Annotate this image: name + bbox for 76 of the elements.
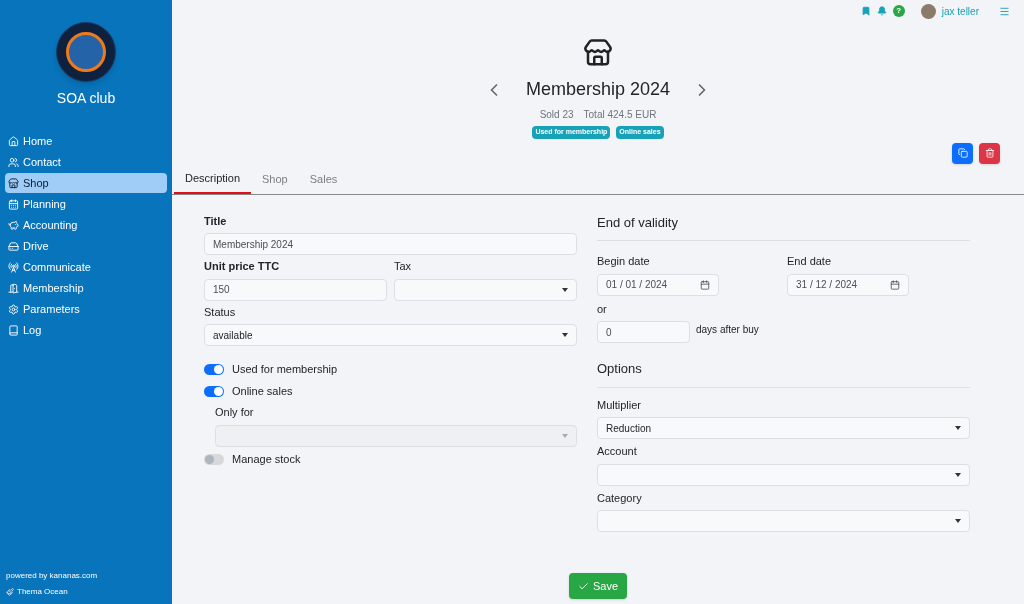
bookmark-icon[interactable] (860, 6, 871, 16)
nav-item[interactable]: Planning (5, 194, 167, 214)
trash-icon (984, 148, 995, 158)
sales-total: Total 424.5 EUR (583, 108, 657, 122)
home-icon (8, 135, 19, 147)
storefront-icon (8, 177, 19, 189)
field-label: Account (597, 444, 638, 459)
check-icon (577, 580, 589, 592)
sold-count: Sold 23 (539, 108, 574, 122)
select-field[interactable] (597, 510, 970, 532)
product-title: Membership 2024 (525, 78, 671, 101)
nav-item[interactable]: Home (5, 131, 167, 151)
delete-button[interactable] (979, 142, 1000, 164)
tab[interactable]: Description (174, 164, 252, 194)
section-heading: End of validity (597, 212, 970, 241)
input-field[interactable]: 150 (204, 278, 387, 301)
book-icon (8, 324, 19, 336)
field-label: or (597, 301, 608, 317)
paint-roller-icon (6, 588, 14, 596)
antenna-icon (8, 261, 19, 273)
calendar-icon (890, 279, 900, 290)
nav-item[interactable]: Parameters (5, 299, 167, 319)
club-logo (56, 22, 116, 82)
storefront-icon (583, 38, 613, 68)
toggle-switch[interactable] (204, 385, 224, 397)
select-field[interactable]: Reduction (597, 417, 970, 439)
theme-link[interactable]: Thema Ocean (6, 586, 166, 598)
nav-item[interactable]: Membership (5, 278, 167, 298)
nav-item[interactable]: Contact (5, 152, 167, 172)
nav-item[interactable]: Log (5, 320, 167, 340)
section-heading: Options (597, 359, 970, 388)
toggle-switch[interactable] (204, 363, 224, 375)
toggle-label: Online sales (232, 383, 293, 399)
menu-icon[interactable] (999, 5, 1010, 17)
calendar-icon (8, 198, 19, 210)
save-button[interactable]: Save (568, 573, 628, 599)
field-label: Category (597, 490, 643, 506)
select-field[interactable]: available (204, 324, 577, 346)
tab[interactable]: Shop (251, 164, 299, 194)
nav-item[interactable]: Drive (5, 236, 167, 256)
select-field[interactable] (597, 463, 970, 486)
tab[interactable]: Sales (298, 164, 349, 194)
nav-item[interactable]: Accounting (5, 215, 167, 235)
club-name: SOA club (56, 89, 116, 108)
field-label: Tax (394, 259, 413, 274)
toggle-label: Manage stock (232, 452, 301, 468)
input-field[interactable]: Membership 2024 (204, 233, 577, 255)
help-badge[interactable]: ? (892, 5, 905, 17)
bell-icon[interactable] (876, 6, 887, 16)
date-field[interactable]: 01 / 01 / 2024 (597, 273, 719, 296)
nav-item[interactable]: Communicate (5, 257, 167, 277)
door-icon (8, 282, 19, 294)
input-field[interactable]: 0 (597, 321, 690, 343)
powered-by-link[interactable]: powered by kananas.com (6, 570, 166, 582)
duplicate-button[interactable] (952, 142, 973, 164)
user-name-link[interactable]: jax teller (941, 3, 979, 19)
date-field[interactable]: 31 / 12 / 2024 (787, 273, 909, 296)
piggy-bank-icon (8, 219, 19, 231)
field-label: Begin date (597, 254, 651, 269)
drive-icon (8, 240, 19, 252)
settings-icon (8, 303, 19, 315)
toggle-switch[interactable] (204, 454, 224, 465)
field-label: Only for (215, 405, 255, 420)
calendar-icon (700, 279, 710, 290)
field-label: Title (204, 213, 228, 229)
select-field[interactable] (394, 278, 577, 301)
user-avatar[interactable] (920, 3, 936, 19)
days-suffix: days after buy (696, 323, 759, 337)
users-icon (8, 156, 19, 168)
field-label: End date (787, 254, 833, 269)
toggle-label: Used for membership (232, 361, 338, 377)
field-label: Status (204, 304, 237, 320)
field-label: Unit price TTC (204, 259, 281, 274)
nav-item[interactable]: Shop (5, 173, 167, 193)
field-label: Multiplier (597, 397, 642, 413)
copy-icon (957, 148, 968, 158)
